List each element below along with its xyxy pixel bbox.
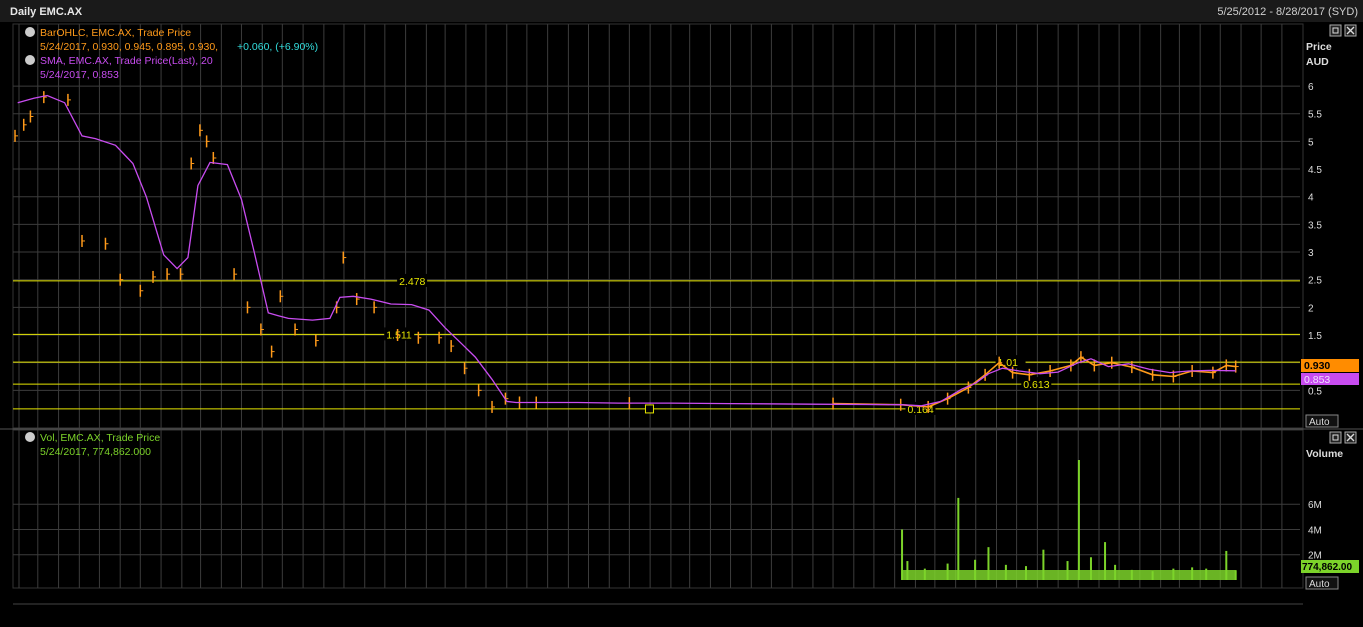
title-bar <box>0 0 1363 22</box>
volume-tick-label: 6M <box>1308 500 1322 511</box>
price-tick-label: 2.5 <box>1308 276 1322 287</box>
close-icon[interactable] <box>1344 24 1357 37</box>
maximize-icon[interactable] <box>1329 431 1342 444</box>
maximize-icon[interactable] <box>1329 24 1342 37</box>
last-sma-label: 0.853 <box>1304 374 1330 386</box>
volume-legend-title: Vol, EMC.AX, Trade Price <box>40 432 160 444</box>
chart-title: Daily EMC.AX <box>10 6 83 18</box>
volume-auto-label: Auto <box>1309 579 1330 590</box>
last-volume-label: 774,862.00 <box>1302 562 1352 573</box>
bar-legend-change: +0.060, (+6.90%) <box>237 41 318 53</box>
fibonacci-label: 0.613 <box>1023 379 1049 391</box>
legend-options-icon[interactable] <box>25 27 35 37</box>
volume-base-fill <box>902 570 1236 580</box>
sma-legend-title: SMA, EMC.AX, Trade Price(Last), 20 <box>40 55 213 67</box>
chart-window: Daily EMC.AX 5/25/2012 - 8/28/2017 (SYD)… <box>0 0 1363 622</box>
close-icon[interactable] <box>1344 431 1357 444</box>
last-price-label: 0.930 <box>1304 360 1330 372</box>
volume-tick-label: 4M <box>1308 525 1322 536</box>
price-axis-title: Price <box>1306 41 1332 53</box>
date-range: 5/25/2012 - 8/28/2017 (SYD) <box>1217 6 1358 18</box>
price-tick-label: 6 <box>1308 82 1314 93</box>
price-axis-unit: AUD <box>1306 56 1329 68</box>
price-tick-label: 2 <box>1308 303 1314 314</box>
price-tick-label: 0.5 <box>1308 386 1322 397</box>
volume-bar <box>1077 460 1080 580</box>
sma-legend-values: 5/24/2017, 0.853 <box>40 69 119 81</box>
price-tick-label: 5 <box>1308 137 1314 148</box>
bar-legend-values: 5/24/2017, 0.930, 0.945, 0.895, 0.930, <box>40 41 218 53</box>
background <box>0 0 1363 622</box>
bar-legend-title: BarOHLC, EMC.AX, Trade Price <box>40 27 191 39</box>
price-tick-label: 3.5 <box>1308 220 1322 231</box>
price-tick-label: 4 <box>1308 193 1314 204</box>
volume-legend-values: 5/24/2017, 774,862.000 <box>40 446 151 458</box>
fibonacci-label: 2.478 <box>399 276 425 288</box>
price-tick-label: 3 <box>1308 248 1314 259</box>
fibonacci-anchor-handle <box>644 404 654 414</box>
legend-options-icon[interactable] <box>25 432 35 442</box>
volume-axis-title: Volume <box>1306 448 1343 460</box>
volume-bar <box>957 497 960 580</box>
time-axis[interactable] <box>13 590 1303 622</box>
price-tick-label: 4.5 <box>1308 165 1322 176</box>
chart-svg: Daily EMC.AX 5/25/2012 - 8/28/2017 (SYD)… <box>0 0 1363 622</box>
legend-options-icon[interactable] <box>25 55 35 65</box>
price-auto-label: Auto <box>1309 417 1330 428</box>
price-tick-label: 5.5 <box>1308 110 1322 121</box>
price-tick-label: 1.5 <box>1308 331 1322 342</box>
